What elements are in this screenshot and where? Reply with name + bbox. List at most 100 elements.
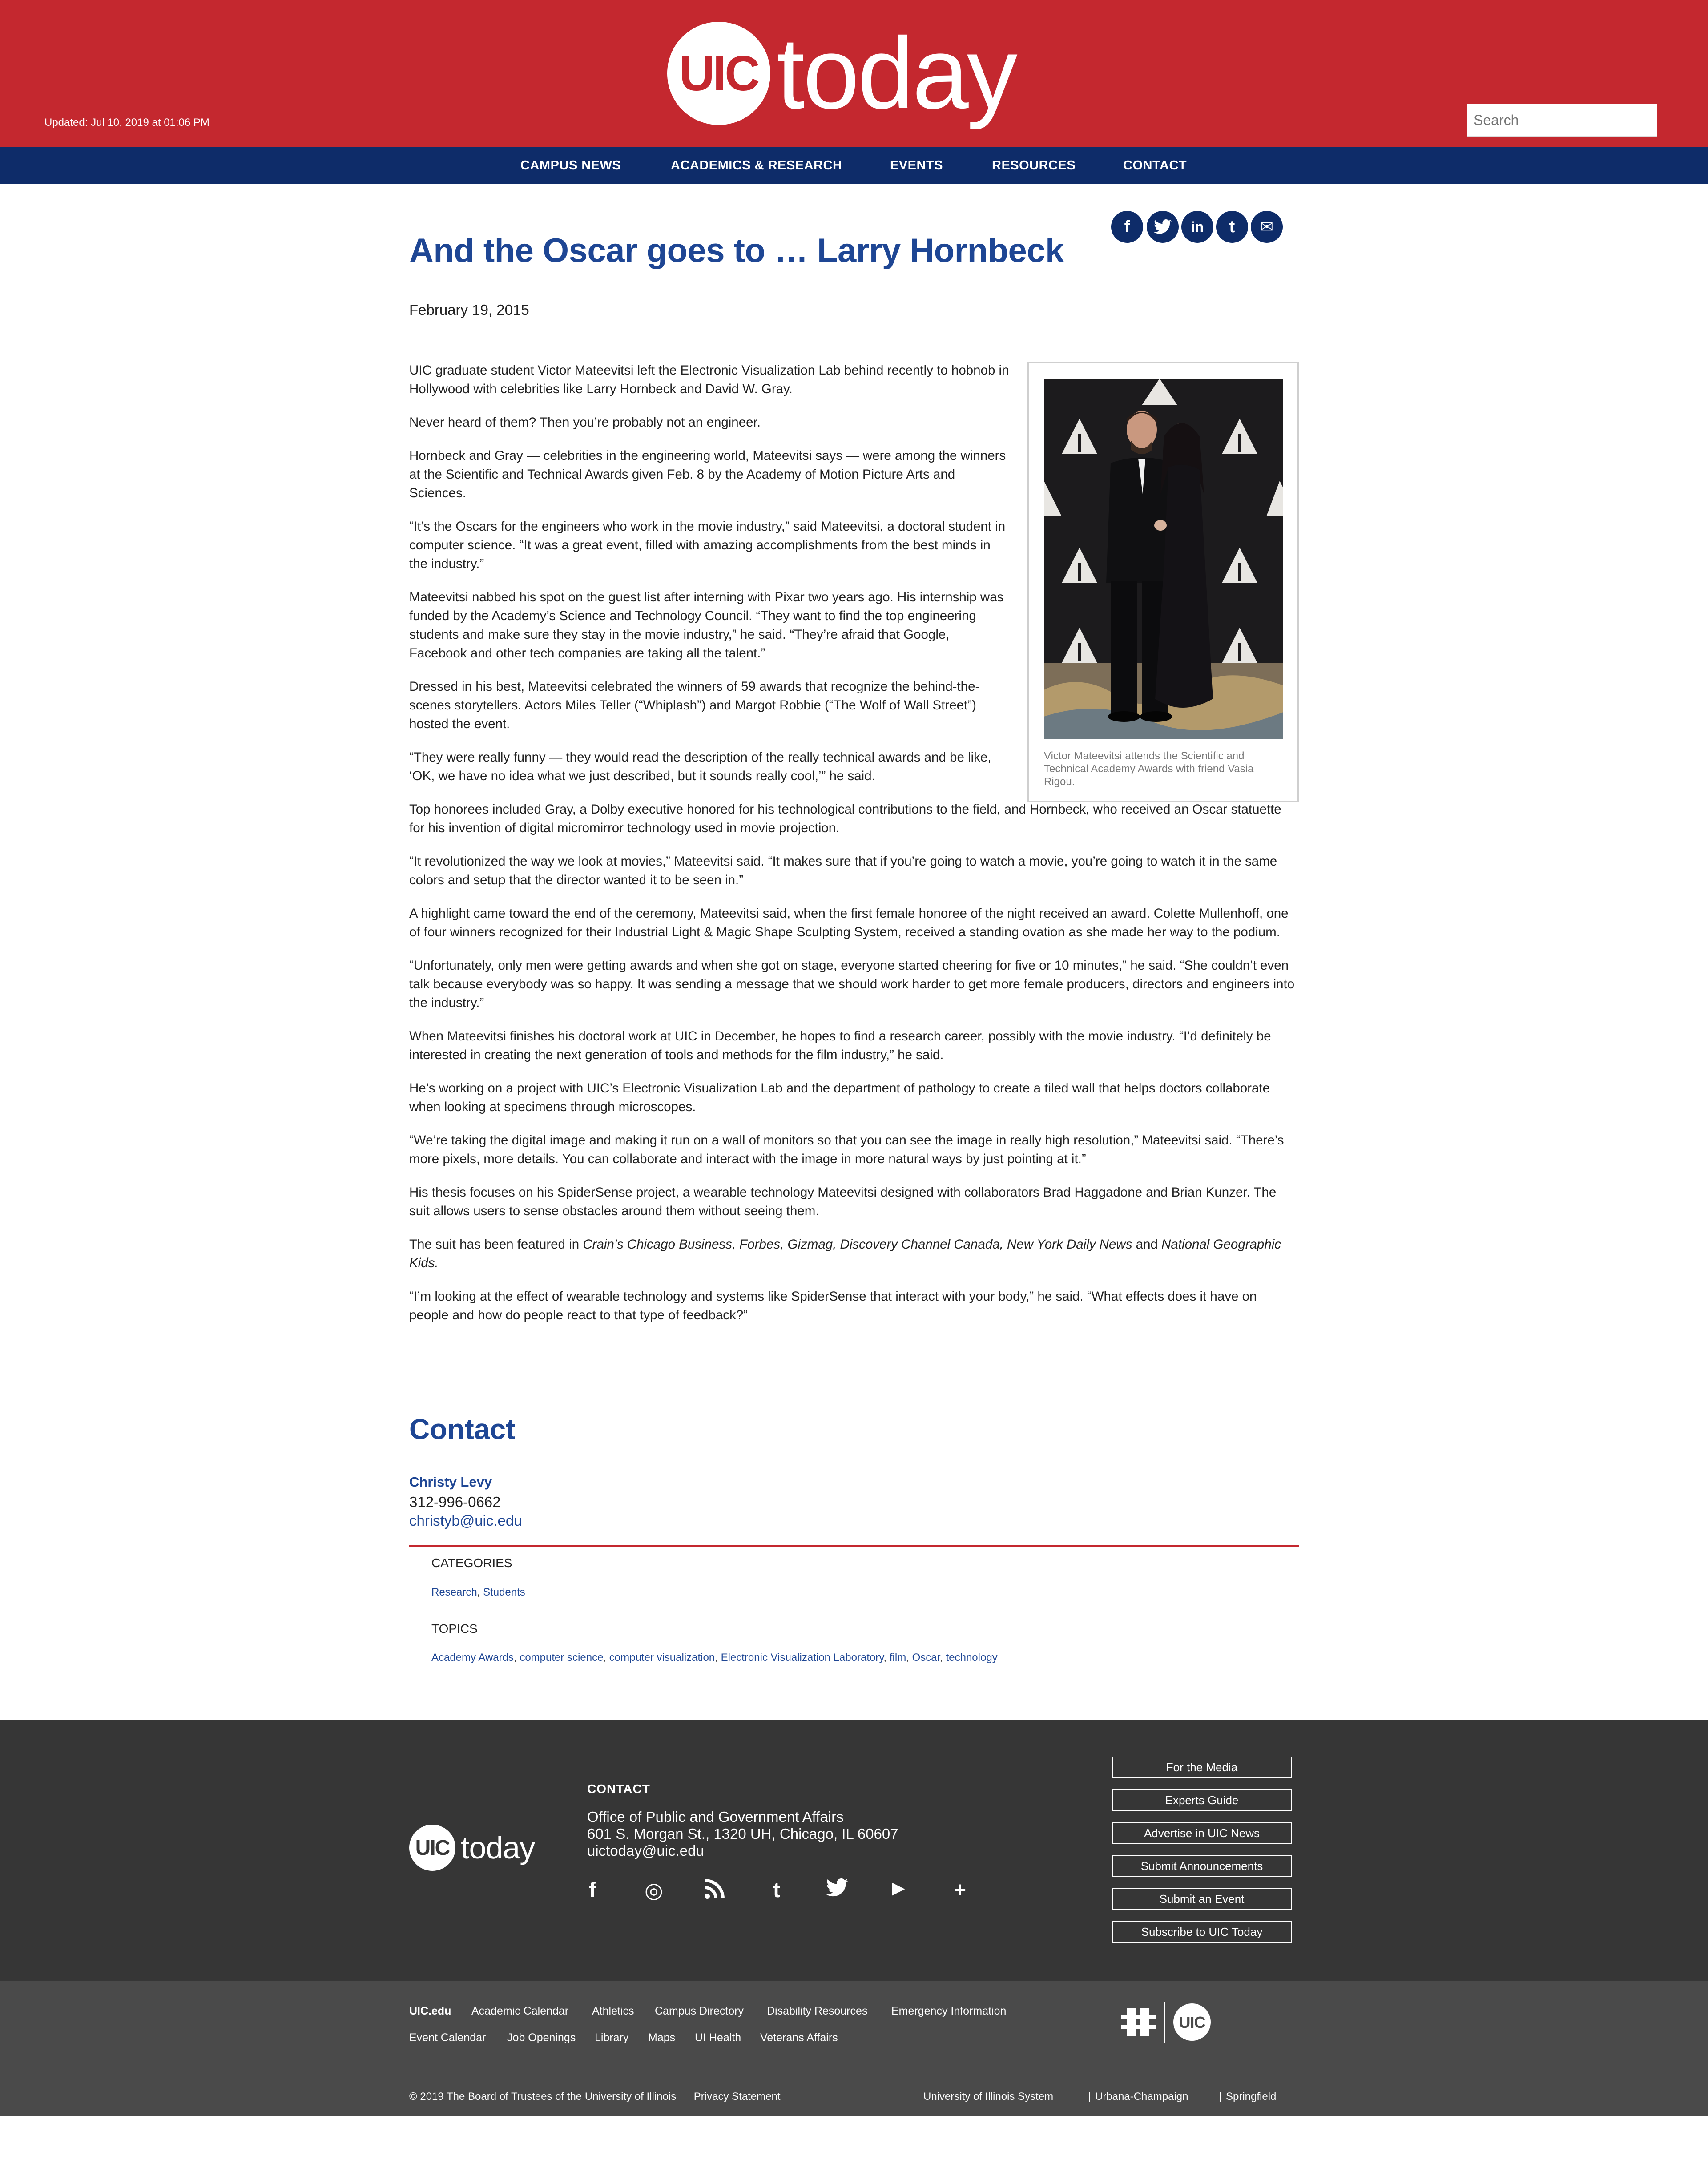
twitter-icon[interactable]: [824, 1878, 850, 1902]
article-figure: Victor Mateevitsi attends the Scientific…: [1027, 362, 1299, 802]
footer-logo-mark: UIC: [415, 1836, 451, 1860]
paragraph: Mateevitsi nabbed his spot on the guest …: [409, 590, 1004, 661]
footer-link[interactable]: Academic Calendar: [471, 2005, 568, 2018]
paragraph: “It revolutionized the way we look at mo…: [409, 854, 1277, 887]
facebook-icon[interactable]: f: [1111, 211, 1143, 243]
paragraph: A highlight came toward the end of the c…: [409, 906, 1289, 939]
footer-link[interactable]: Job Openings: [507, 2031, 576, 2044]
submit-event-button[interactable]: Submit an Event: [1112, 1888, 1292, 1910]
figure-caption: Victor Mateevitsi attends the Scientific…: [1044, 750, 1254, 788]
footer-link[interactable]: Maps: [648, 2031, 675, 2044]
updated-timestamp: Updated: Jul 10, 2019 at 01:06 PM: [44, 117, 209, 129]
footer-link[interactable]: Veterans Affairs: [760, 2031, 838, 2044]
paragraph: “Unfortunately, only men were getting aw…: [409, 958, 1295, 1010]
paragraph: He’s working on a project with UIC’s Ele…: [409, 1081, 1270, 1114]
footer-logo[interactable]: UIC today: [409, 1825, 535, 1871]
tumblr-glyph: t: [773, 1878, 780, 1902]
youtube-glyph: ▶: [892, 1879, 905, 1898]
for-the-media-button[interactable]: For the Media: [1112, 1757, 1292, 1778]
topic-link[interactable]: computer visualization: [609, 1652, 715, 1664]
nav-events[interactable]: EVENTS: [890, 147, 943, 184]
experts-guide-button[interactable]: Experts Guide: [1112, 1789, 1292, 1811]
footer-email-link[interactable]: uictoday@uic.edu: [587, 1842, 704, 1859]
system-link[interactable]: University of Illinois System: [923, 2091, 1053, 2103]
rss-icon[interactable]: [701, 1878, 728, 1905]
category-students-link[interactable]: Students: [483, 1586, 525, 1598]
twitter-icon[interactable]: [1147, 211, 1179, 243]
topic-link[interactable]: technology: [946, 1652, 998, 1664]
search-input[interactable]: [1467, 104, 1657, 137]
tumblr-icon[interactable]: t: [763, 1878, 790, 1902]
submit-announcements-button[interactable]: Submit Announcements: [1112, 1855, 1292, 1877]
featured-publications: Crain’s Chicago Business, Forbes, Gizmag…: [583, 1237, 1132, 1252]
plus-icon[interactable]: +: [947, 1878, 973, 1902]
categories-list: Research, Students: [431, 1586, 525, 1598]
footer-logo-word: today: [461, 1830, 535, 1865]
footer-link[interactable]: UI Health: [695, 2031, 741, 2044]
contact-heading: Contact: [409, 1413, 516, 1445]
contact-name-link[interactable]: Christy Levy: [409, 1474, 492, 1490]
instagram-icon[interactable]: ◎: [640, 1878, 667, 1903]
paragraph: Dressed in his best, Mateevitsi celebrat…: [409, 679, 980, 731]
nav-academics-research[interactable]: ACADEMICS & RESEARCH: [671, 147, 842, 184]
uic-today-logo[interactable]: UIC today: [667, 20, 1018, 127]
email-glyph: ✉: [1260, 218, 1274, 236]
advertise-button[interactable]: Advertise in UIC News: [1112, 1822, 1292, 1844]
category-research-link[interactable]: Research: [431, 1586, 477, 1598]
nav-campus-news[interactable]: CAMPUS NEWS: [520, 147, 621, 184]
topics-list: Academy Awards, computer science, comput…: [431, 1652, 998, 1664]
featured-paragraph: The suit has been featured in Crain’s Ch…: [409, 1235, 1299, 1273]
contact-phone: 312-996-0662: [409, 1494, 501, 1510]
paragraph: Top honorees included Gray, a Dolby exec…: [409, 802, 1281, 835]
paragraph: “I’m looking at the effect of wearable t…: [409, 1289, 1257, 1322]
system-link[interactable]: Springfield: [1226, 2091, 1276, 2103]
subscribe-button[interactable]: Subscribe to UIC Today: [1112, 1921, 1292, 1943]
tumblr-icon[interactable]: t: [1216, 211, 1248, 243]
footer-link[interactable]: Event Calendar: [409, 2031, 486, 2044]
divider: [409, 1545, 1299, 1547]
photo-illustration: [1044, 379, 1283, 739]
article-title: And the Oscar goes to … Larry Hornbeck: [409, 232, 1064, 270]
youtube-icon[interactable]: ▶: [885, 1878, 912, 1898]
footer-link[interactable]: Emergency Information: [891, 2005, 1006, 2018]
topic-link[interactable]: computer science: [520, 1652, 603, 1664]
footer-link[interactable]: Athletics: [592, 2005, 634, 2018]
paragraph: “We’re taking the digital image and maki…: [409, 1133, 1284, 1166]
footer-link-uic-edu[interactable]: UIC.edu: [409, 2005, 451, 2018]
instagram-glyph: ◎: [645, 1879, 663, 1902]
event-photo[interactable]: [1044, 379, 1283, 739]
email-icon[interactable]: ✉: [1251, 211, 1283, 243]
nav-contact[interactable]: CONTACT: [1123, 147, 1187, 184]
privacy-statement-link[interactable]: Privacy Statement: [694, 2091, 781, 2103]
featured-and: and: [1132, 1237, 1162, 1252]
topic-link[interactable]: film: [890, 1652, 906, 1664]
footer-link[interactable]: Disability Resources: [767, 2005, 867, 2018]
copyright-text: © 2019 The Board of Trustees of the Univ…: [409, 2091, 677, 2103]
nav-resources[interactable]: RESOURCES: [992, 147, 1076, 184]
footer-link[interactable]: Library: [595, 2031, 628, 2044]
topics-label: TOPICS: [431, 1622, 478, 1636]
footer-logo-circle: UIC: [409, 1825, 455, 1871]
topic-link[interactable]: Electronic Visualization Laboratory: [721, 1652, 884, 1664]
paragraph: “They were really funny — they would rea…: [409, 750, 991, 783]
topic-link[interactable]: Oscar: [912, 1652, 940, 1664]
featured-prefix: The suit has been featured in: [409, 1237, 583, 1252]
topic-link[interactable]: Academy Awards: [431, 1652, 514, 1664]
linkedin-icon[interactable]: in: [1181, 211, 1213, 243]
system-link-separator: |: [1219, 2091, 1222, 2103]
main-nav: CAMPUS NEWS ACADEMICS & RESEARCH EVENTS …: [0, 147, 1708, 184]
footer-office: Office of Public and Government Affairs: [587, 1809, 844, 1825]
paragraph: His thesis focuses on his SpiderSense pr…: [409, 1185, 1277, 1218]
site-header: Updated: Jul 10, 2019 at 01:06 PM UIC to…: [0, 0, 1708, 147]
plus-glyph: +: [953, 1878, 967, 1902]
footer-link[interactable]: Campus Directory: [655, 2005, 744, 2018]
system-link[interactable]: Urbana-Champaign: [1095, 2091, 1188, 2103]
linkedin-glyph: in: [1191, 218, 1204, 235]
categories-label: CATEGORIES: [431, 1556, 512, 1570]
contact-email-link[interactable]: christyb@uic.edu: [409, 1512, 522, 1529]
uic-circle-mark[interactable]: UIC: [1121, 1999, 1214, 2045]
logo-mark-text: UIC: [679, 46, 760, 101]
paragraph: “It’s the Oscars for the engineers who w…: [409, 519, 1006, 571]
facebook-icon[interactable]: f: [579, 1878, 606, 1902]
paragraph: UIC graduate student Victor Mateevitsi l…: [409, 363, 1009, 396]
